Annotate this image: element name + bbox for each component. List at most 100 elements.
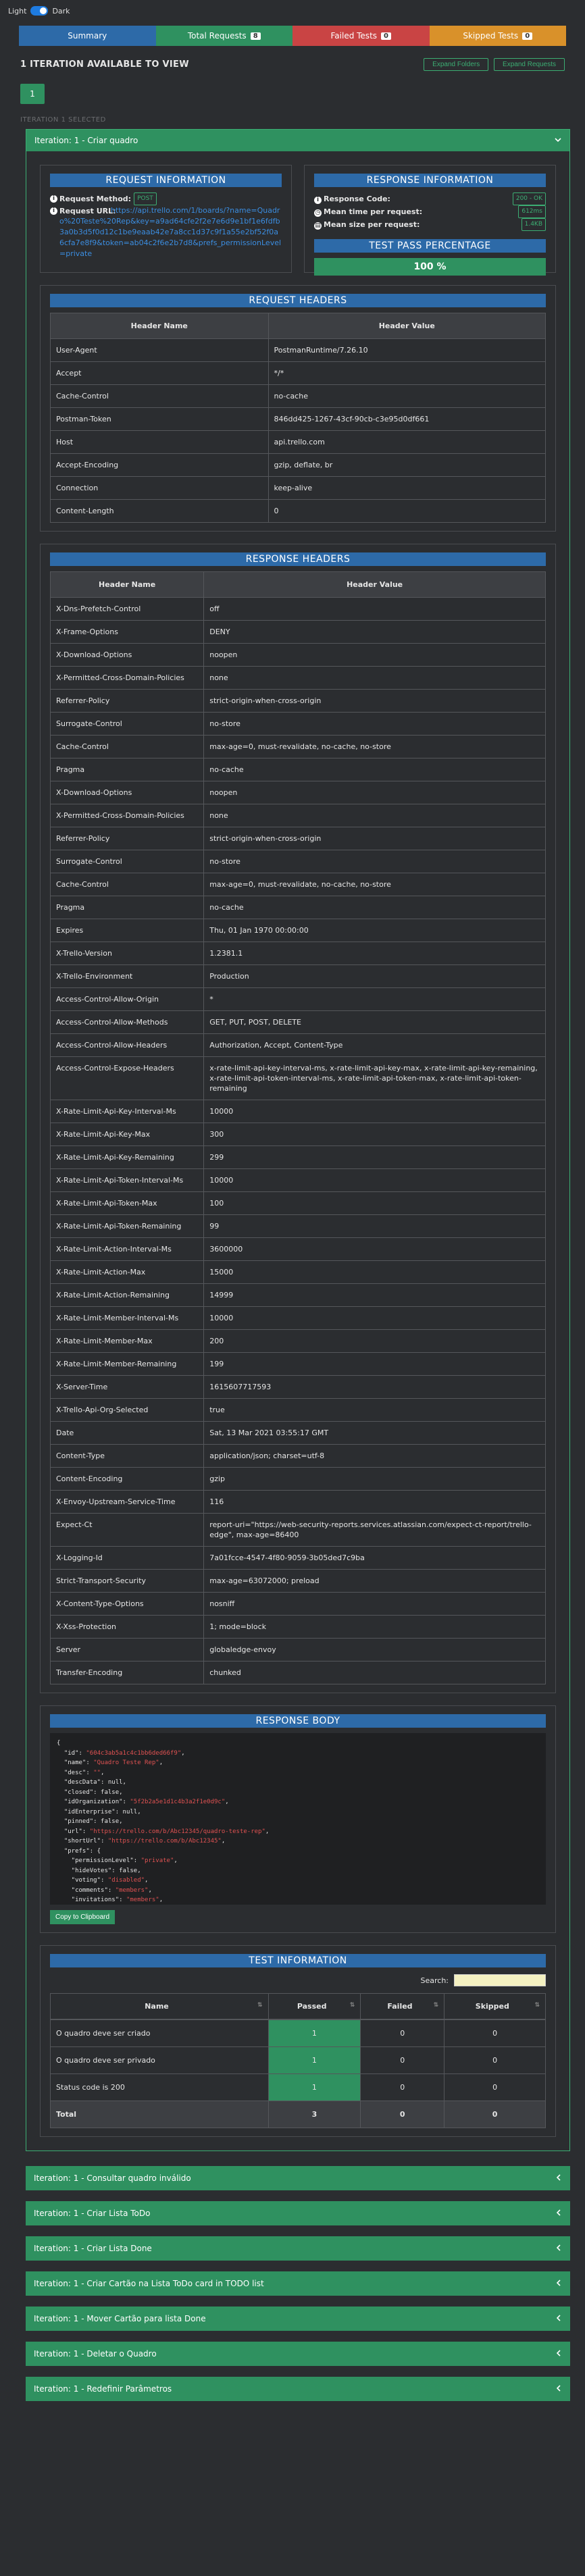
code-line: "idOrganization": "5f2b2a5e1d1c4b3a2f1e0… xyxy=(57,1797,539,1807)
code-value: "" xyxy=(93,1769,101,1776)
request-headers-table: Header Name Header Value User-Agent Postm… xyxy=(50,313,546,523)
tab-summary[interactable]: Summary xyxy=(19,26,156,46)
table-row: Cache-Control max-age=0, must-revalidate,… xyxy=(49,873,546,896)
code-value: "members" xyxy=(126,1897,159,1903)
table-row: X-Rate-Limit-Member-Remaining 199 xyxy=(49,1352,546,1376)
response-body-section: RESPONSE BODY { "id": "604c3ab5a1c4c1bb6… xyxy=(40,1705,556,1933)
table-row: X-Rate-Limit-Action-Max 15000 xyxy=(49,1260,546,1284)
sort-icon: ⇅ xyxy=(257,2002,263,2009)
response-code-label: Response Code: xyxy=(324,195,390,203)
code-key: "prefs": { xyxy=(57,1847,101,1855)
code-line: "voting": "disabled", xyxy=(57,1876,539,1886)
col-label: Skipped xyxy=(475,2002,509,2011)
collapsed-iteration-item[interactable]: Iteration: 1 - Criar Lista ToDo xyxy=(26,2201,570,2225)
header-name-cell: Expires xyxy=(49,919,205,942)
code-line: "hideVotes": false, xyxy=(57,1866,539,1876)
code-key: , xyxy=(225,1799,229,1805)
table-row: User-Agent PostmanRuntime/7.26.10 xyxy=(50,338,546,362)
header-value-cell: max-age=0, must-revalidate, no-cache, no… xyxy=(203,873,546,896)
col-header-name: Header Name xyxy=(50,313,269,339)
col-name[interactable]: Name ⇅ xyxy=(50,1993,269,2020)
response-body-code[interactable]: { "id": "604c3ab5a1c4c1bb6ded66f9", "nam… xyxy=(50,1733,546,1905)
table-row: X-Rate-Limit-Member-Max 200 xyxy=(49,1329,546,1353)
test-info-card: TEST INFORMATION xyxy=(50,1954,546,1967)
table-row: X-Xss-Protection 1; mode=block xyxy=(49,1615,546,1639)
code-line: "url": "https://trello.com/b/Abc12345/qu… xyxy=(57,1827,539,1837)
search-label: Search: xyxy=(420,1976,449,1985)
header-name-cell: Content-Type xyxy=(49,1444,205,1468)
response-headers-section: RESPONSE HEADERS Header Name Header Valu… xyxy=(40,544,556,1693)
code-value: "disabled" xyxy=(107,1877,145,1884)
code-line: "invitations": "members", xyxy=(57,1895,539,1905)
expand-folders-button[interactable]: Expand Folders xyxy=(424,57,489,71)
header-value-cell: true xyxy=(203,1398,546,1422)
col-skipped[interactable]: Skipped ⇅ xyxy=(444,1993,546,2020)
table-row: X-Trello-Api-Org-Selected true xyxy=(49,1398,546,1422)
code-key: "descData": null, xyxy=(57,1779,126,1786)
request-headers-title: REQUEST HEADERS xyxy=(50,294,546,307)
header-value-cell: strict-origin-when-cross-origin xyxy=(203,689,546,713)
header-name-cell: X-Permitted-Cross-Domain-Policies xyxy=(49,804,205,827)
test-search-input[interactable] xyxy=(454,1974,546,1986)
table-row: Referrer-Policy strict-origin-when-cross-… xyxy=(49,689,546,713)
expand-requests-button[interactable]: Expand Requests xyxy=(494,57,565,71)
iteration-title: Iteration: 1 - Consultar quadro inválido xyxy=(34,2173,191,2183)
header-name-cell: X-Rate-Limit-Api-Key-Interval-Ms xyxy=(49,1100,205,1123)
test-pass-title: TEST PASS PERCENTAGE xyxy=(314,239,546,253)
iteration-number-button[interactable]: 1 xyxy=(20,84,45,104)
iteration-title: Iteration: 1 - Mover Cartão para lista D… xyxy=(34,2314,206,2323)
header-name-cell: X-Rate-Limit-Api-Key-Max xyxy=(49,1123,205,1146)
collapsed-iteration-item[interactable]: Iteration: 1 - Mover Cartão para lista D… xyxy=(26,2307,570,2331)
copy-to-clipboard-button[interactable]: Copy to Clipboard xyxy=(50,1910,116,1924)
col-passed[interactable]: Passed ⇅ xyxy=(268,1993,361,2020)
header-value-cell: GET, PUT, POST, DELETE xyxy=(203,1010,546,1034)
header-value-cell: 7a01fcce-4547-4f80-9059-3b05ded7c9ba xyxy=(203,1546,546,1570)
header-value-cell: globaledge-envoy xyxy=(203,1638,546,1661)
iteration-title: Iteration: 1 - Deletar o Quadro xyxy=(34,2349,157,2359)
header-value-cell: PostmanRuntime/7.26.10 xyxy=(268,338,546,362)
table-row: X-Rate-Limit-Api-Token-Interval-Ms 10000 xyxy=(49,1168,546,1192)
header-value-cell: keep-alive xyxy=(268,476,546,500)
code-key: , xyxy=(174,1857,178,1864)
header-value-cell: 100 xyxy=(203,1191,546,1215)
header-value-cell: 10000 xyxy=(203,1306,546,1330)
tab-skipped-tests[interactable]: Skipped Tests 0 xyxy=(429,26,566,46)
code-key: , xyxy=(181,1749,185,1757)
failed-cell: 0 xyxy=(360,2019,445,2047)
table-row: Accept-Encoding gzip, deflate, br xyxy=(50,453,546,477)
table-row: Server globaledge-envoy xyxy=(49,1638,546,1661)
col-failed[interactable]: Failed ⇅ xyxy=(360,1993,445,2020)
code-line: "name": "Quadro Teste Rep", xyxy=(57,1758,539,1768)
main-iteration-header[interactable]: Iteration: 1 - Criar quadro xyxy=(26,130,569,151)
header-name-cell: X-Rate-Limit-Api-Token-Remaining xyxy=(49,1214,205,1238)
header-name-cell: Cache-Control xyxy=(49,735,205,758)
theme-toggle[interactable]: Light Dark xyxy=(0,0,585,22)
header-value-cell: 1; mode=block xyxy=(203,1615,546,1639)
header-value-cell: */* xyxy=(268,361,546,385)
code-line: "id": "604c3ab5a1c4c1bb6ded66f9", xyxy=(57,1749,539,1759)
table-row: X-Download-Options noopen xyxy=(49,643,546,667)
collapsed-iteration-item[interactable]: Iteration: 1 - Deletar o Quadro xyxy=(26,2342,570,2366)
table-row: X-Download-Options noopen xyxy=(49,781,546,804)
request-info-card: REQUEST INFORMATION i Request Method: PO… xyxy=(40,165,292,273)
table-row: X-Rate-Limit-Api-Token-Max 100 xyxy=(49,1191,546,1215)
collapsed-iteration-item[interactable]: Iteration: 1 - Redefinir Parâmetros xyxy=(26,2377,570,2401)
theme-switch[interactable] xyxy=(30,6,49,16)
collapsed-iteration-item[interactable]: Iteration: 1 - Consultar quadro inválido xyxy=(26,2166,570,2190)
collapsed-iteration-item[interactable]: Iteration: 1 - Criar Lista Done xyxy=(26,2236,570,2261)
table-row: X-Trello-Version 1.2381.1 xyxy=(49,942,546,965)
header-name-cell: X-Rate-Limit-Member-Max xyxy=(49,1329,205,1353)
dark-label: Dark xyxy=(52,6,70,16)
header-name-cell: X-Content-Type-Options xyxy=(49,1592,205,1616)
header-name-cell: Host xyxy=(50,430,269,454)
main-iteration-body: REQUEST INFORMATION i Request Method: PO… xyxy=(26,151,569,2150)
tab-count-badge: 0 xyxy=(381,32,391,40)
header-value-cell: 1.2381.1 xyxy=(203,942,546,965)
header-name-cell: Accept xyxy=(50,361,269,385)
header-value-cell: 199 xyxy=(203,1352,546,1376)
collapsed-iteration-item[interactable]: Iteration: 1 - Criar Cartão na Lista ToD… xyxy=(26,2271,570,2296)
tab-failed-tests[interactable]: Failed Tests 0 xyxy=(292,26,430,46)
tab-total-requests[interactable]: Total Requests 8 xyxy=(155,26,292,46)
code-line: "prefs": { xyxy=(57,1847,539,1857)
table-row: X-Rate-Limit-Action-Interval-Ms 3600000 xyxy=(49,1237,546,1261)
